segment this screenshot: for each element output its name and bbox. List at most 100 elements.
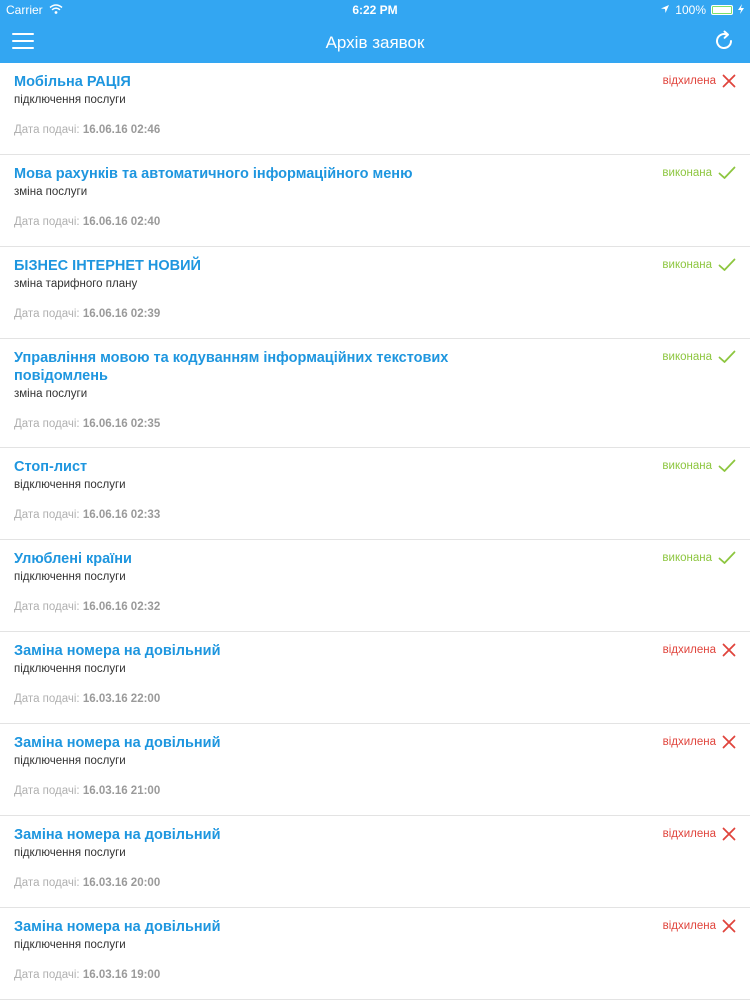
status-badge: відхилена xyxy=(663,642,736,658)
check-icon xyxy=(718,258,736,271)
check-icon xyxy=(718,459,736,472)
check-icon xyxy=(718,166,736,179)
status-text: відхилена xyxy=(662,828,716,840)
request-subtitle: підключення послуги xyxy=(14,847,126,859)
x-icon xyxy=(722,919,736,933)
refresh-icon xyxy=(716,30,733,50)
request-date: Дата подачі: 16.06.16 02:35 xyxy=(14,416,736,432)
app: Carrier 6:22 PM 100% Архів заявок Мобіль… xyxy=(0,0,750,1000)
request-subtitle: зміна послуги xyxy=(14,388,88,400)
request-date: Дата подачі: 16.03.16 22:00 xyxy=(14,691,736,707)
request-title: Мова рахунків та автоматичного інформаці… xyxy=(14,166,413,182)
date-value: 16.03.16 22:00 xyxy=(82,693,161,705)
check-icon xyxy=(718,350,736,364)
date-value: 16.06.16 02:32 xyxy=(82,601,161,613)
status-text: відхилена xyxy=(662,736,716,748)
request-title: Заміна номера на довільний xyxy=(14,643,221,659)
request-title: Управління мовою та кодуванням інформаці… xyxy=(14,350,449,384)
date-label: Дата подачі: xyxy=(14,509,80,521)
status-badge: виконана xyxy=(662,165,736,181)
request-date: Дата подачі: 16.06.16 02:33 xyxy=(14,507,736,523)
date-label: Дата подачі: xyxy=(14,216,80,228)
navbar: Архів заявок xyxy=(0,20,750,63)
status-badge: відхилена xyxy=(663,918,736,934)
check-icon xyxy=(718,551,736,565)
date-label: Дата подачі: xyxy=(14,418,80,430)
date-label: Дата подачі: xyxy=(14,969,80,981)
request-title: Заміна номера на довільний xyxy=(14,919,221,935)
date-label: Дата подачі: xyxy=(14,785,80,797)
date-label: Дата подачі: xyxy=(14,124,80,136)
status-text: виконана xyxy=(662,552,712,564)
status-text: виконана xyxy=(662,167,712,179)
request-title: Стоп-лист xyxy=(14,459,88,475)
x-icon xyxy=(722,827,736,841)
status-time: 6:22 PM xyxy=(352,3,398,17)
date-label: Дата подачі: xyxy=(14,693,80,705)
request-subtitle: зміна тарифного плану xyxy=(14,278,138,290)
request-subtitle: зміна послуги xyxy=(14,186,88,198)
page-title: Архів заявок xyxy=(325,33,425,52)
status-text: відхилена xyxy=(662,644,716,656)
x-icon xyxy=(722,74,736,88)
status-badge: відхилена xyxy=(663,826,736,842)
list-item[interactable]: БІЗНЕС ІНТЕРНЕТ НОВИЙ зміна тарифного пла… xyxy=(0,247,750,339)
check-icon xyxy=(718,166,736,180)
refresh-button[interactable] xyxy=(712,29,736,53)
status-text: виконана xyxy=(662,351,712,363)
request-title: Улюблені країни xyxy=(14,551,132,567)
date-label: Дата подачі: xyxy=(14,601,80,613)
date-value: 16.06.16 02:46 xyxy=(82,124,161,136)
status-badge: відхилена xyxy=(663,734,736,750)
date-label: Дата подачі: xyxy=(14,308,80,320)
x-icon xyxy=(722,643,736,657)
request-subtitle: підключення послуги xyxy=(14,94,126,106)
location-icon xyxy=(660,0,670,20)
request-title: БІЗНЕС ІНТЕРНЕТ НОВИЙ xyxy=(14,258,201,274)
list-item[interactable]: Заміна номера на довільний підключення по… xyxy=(0,724,750,816)
request-date: Дата подачі: 16.03.16 19:00 xyxy=(14,967,736,983)
date-label: Дата подачі: xyxy=(14,877,80,889)
status-badge: виконана xyxy=(662,458,736,474)
x-icon xyxy=(722,735,736,749)
list-item[interactable]: Управління мовою та кодуванням інформаці… xyxy=(0,339,750,448)
status-text: відхилена xyxy=(662,75,716,87)
date-value: 16.06.16 02:39 xyxy=(82,308,161,320)
request-date: Дата подачі: 16.03.16 21:00 xyxy=(14,783,736,799)
request-date: Дата подачі: 16.06.16 02:46 xyxy=(14,122,736,138)
status-text: відхилена xyxy=(662,920,716,932)
check-icon xyxy=(718,258,736,272)
charging-icon xyxy=(738,0,744,20)
status-text: виконана xyxy=(662,460,712,472)
status-badge: відхилена xyxy=(663,73,736,89)
list-item[interactable]: Улюблені країни підключення послуги Дата п… xyxy=(0,540,750,632)
request-subtitle: підключення послуги xyxy=(14,755,126,767)
check-icon xyxy=(718,551,736,564)
date-value: 16.06.16 02:35 xyxy=(82,418,161,430)
request-subtitle: підключення послуги xyxy=(14,663,126,675)
list-item[interactable]: Заміна номера на довільний підключення по… xyxy=(0,908,750,1000)
request-subtitle: підключення послуги xyxy=(14,571,126,583)
status-badge: виконана xyxy=(662,257,736,273)
list-item[interactable]: Мобільна РАЦІЯ підключення послуги Дата по… xyxy=(0,63,750,155)
list-item[interactable]: Мова рахунків та автоматичного інформаці… xyxy=(0,155,750,247)
request-date: Дата подачі: 16.06.16 02:40 xyxy=(14,214,736,230)
date-value: 16.03.16 20:00 xyxy=(82,877,161,889)
request-title: Заміна номера на довільний xyxy=(14,827,221,843)
battery-icon xyxy=(711,5,733,15)
check-icon xyxy=(718,350,736,363)
status-badge: виконана xyxy=(662,550,736,566)
status-badge: виконана xyxy=(662,349,736,365)
check-icon xyxy=(718,459,736,473)
x-icon xyxy=(722,643,736,657)
list-item[interactable]: Стоп-лист відключення послуги Дата подачі:… xyxy=(0,448,750,540)
battery-percent: 100% xyxy=(675,3,706,17)
list-item[interactable]: Заміна номера на довільний підключення по… xyxy=(0,632,750,724)
list-item[interactable]: Заміна номера на довільний підключення по… xyxy=(0,816,750,908)
date-value: 16.06.16 02:33 xyxy=(82,509,161,521)
request-date: Дата подачі: 16.03.16 20:00 xyxy=(14,875,736,891)
status-bar: Carrier 6:22 PM 100% xyxy=(0,0,750,20)
request-title: Мобільна РАЦІЯ xyxy=(14,74,131,90)
date-value: 16.06.16 02:40 xyxy=(82,216,161,228)
date-value: 16.03.16 19:00 xyxy=(82,969,161,981)
